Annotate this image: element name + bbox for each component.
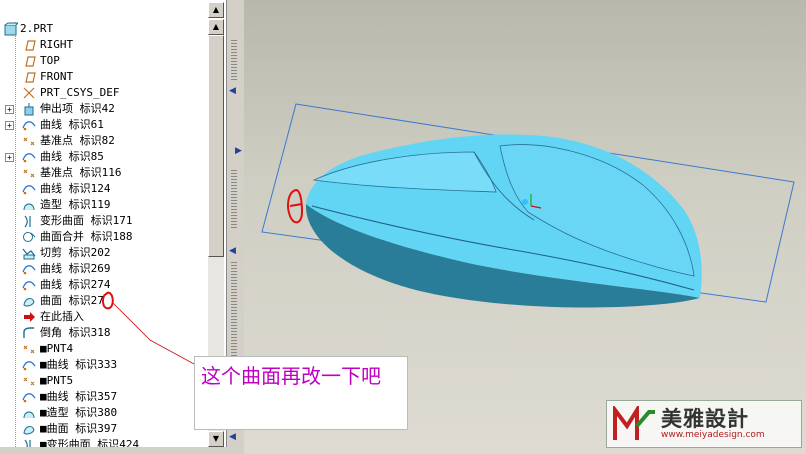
annotation-callout: 这个曲面再改一下吧 [194, 356, 408, 430]
brand-logo-icon [613, 406, 655, 440]
tree-item-label: ■造型 标识380 [40, 406, 118, 419]
tree-item-label: 伸出项 标识42 [40, 102, 115, 115]
tree-item-label: 曲线 标识85 [40, 150, 104, 163]
insert-here-arrow-icon [22, 310, 36, 324]
splitter-grip [231, 40, 237, 80]
watermark-url: www.meiyadesign.com [661, 430, 765, 440]
tree-item-label: ■PNT5 [40, 374, 74, 387]
surface-icon [22, 422, 36, 436]
merge-icon [22, 230, 36, 244]
annotation-text: 这个曲面再改一下吧 [201, 364, 381, 388]
scroll-thumb[interactable] [208, 35, 224, 257]
collapse-left-arrow-icon[interactable]: ◀ [229, 246, 236, 256]
splitter-grip [231, 170, 237, 230]
curve-icon [22, 262, 36, 276]
curve-icon [22, 182, 36, 196]
csys-icon [22, 86, 36, 100]
tree-item-label: 2.PRT [20, 22, 54, 35]
expand-plus-icon[interactable]: + [5, 121, 14, 130]
scroll-up-button[interactable]: ▲ [208, 19, 224, 35]
datum-plane-icon [22, 70, 36, 84]
datum-point-icon [22, 342, 36, 356]
tree-item-label: 造型 标识119 [40, 198, 111, 211]
tree-item-label: 基准点 标识116 [40, 166, 122, 179]
scroll-top-button[interactable]: ▲ [208, 2, 224, 18]
tree-item-label: 曲面 标识27 [40, 294, 104, 307]
warp-surface-icon [22, 438, 36, 447]
tree-item-label: FRONT [40, 70, 74, 83]
datum-plane-icon [22, 54, 36, 68]
tree-item-label: ■曲线 标识333 [40, 358, 118, 371]
expand-plus-icon[interactable]: + [5, 105, 14, 114]
model-tree-panel: 2.PRT RIGHT TOP FRONT PRT_CSYS_DEF + 伸出项 标识42 +… [0, 0, 227, 447]
style-icon [22, 198, 36, 212]
tree-item-label: 倒角 标识318 [40, 326, 111, 339]
tree-item-label: ■变形曲面 标识424 [40, 438, 140, 447]
datum-plane-icon [22, 38, 36, 52]
tree-item-label: RIGHT [40, 38, 74, 51]
surface-icon [22, 294, 36, 308]
tree-item-label: ■曲线 标识357 [40, 390, 118, 403]
style-icon [22, 406, 36, 420]
csys-origin [522, 199, 528, 205]
tree-item-label: 在此插入 [40, 310, 84, 323]
callout-leader-line [111, 301, 195, 365]
watermark-logo: 美雅設計 www.meiyadesign.com [606, 400, 802, 448]
tree-item-label: ■曲面 标识397 [40, 422, 118, 435]
tree-item-label: ■PNT4 [40, 342, 74, 355]
tree-item-label: 曲线 标识124 [40, 182, 111, 195]
curve-icon [22, 118, 36, 132]
tree-item-label: PRT_CSYS_DEF [40, 86, 120, 99]
tree-item-label: TOP [40, 54, 60, 67]
tree-connector-line [15, 22, 16, 447]
warp-surface-icon [22, 214, 36, 228]
expand-right-arrow-icon[interactable]: ▶ [235, 146, 242, 156]
part-icon [4, 22, 20, 36]
datum-point-icon [22, 134, 36, 148]
handwritten-mark [287, 188, 304, 224]
scroll-down-button[interactable]: ▼ [208, 431, 224, 447]
cut-icon [22, 246, 36, 260]
curve-icon [22, 278, 36, 292]
datum-point-icon [22, 374, 36, 388]
extrude-icon [22, 102, 36, 116]
tree-item-label: 曲线 标识61 [40, 118, 104, 131]
datum-point-icon [22, 166, 36, 180]
tree-item-label: 曲线 标识269 [40, 262, 111, 275]
tree-item-label: 曲面合并 标识188 [40, 230, 133, 243]
collapse-left-arrow-icon[interactable]: ◀ [229, 86, 236, 96]
tree-item-label: 基准点 标识82 [40, 134, 115, 147]
curve-icon [22, 150, 36, 164]
watermark-brand: 美雅設計 [661, 407, 749, 431]
expand-plus-icon[interactable]: + [5, 153, 14, 162]
collapse-left-arrow-icon[interactable]: ◀ [229, 432, 236, 442]
tree-item-label: 切剪 标识202 [40, 246, 111, 259]
tree-item-label: 变形曲面 标识171 [40, 214, 133, 227]
curve-icon [22, 390, 36, 404]
round-icon [22, 326, 36, 340]
curve-icon [22, 358, 36, 372]
